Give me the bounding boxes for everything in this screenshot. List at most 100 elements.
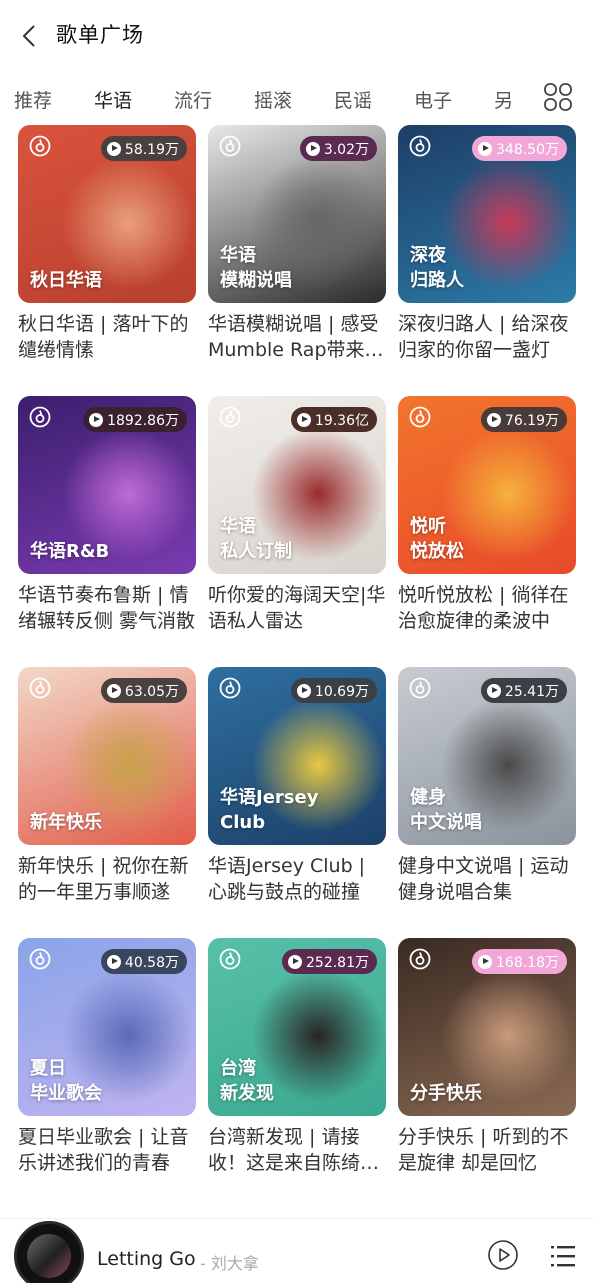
netease-logo-icon [219, 948, 241, 970]
playlist-title[interactable]: 健身中文说唱 | 运动健身说唱合集 [398, 853, 576, 905]
cover-label: 华语 私人订制 [220, 516, 292, 562]
play-count: 25.41万 [504, 683, 559, 700]
playlist-cover[interactable]: 3.02万华语 模糊说唱 [208, 125, 386, 303]
playlist-title[interactable]: 听你爱的海阔天空|华语私人雷达 [208, 582, 386, 634]
tab-more[interactable]: 另 [494, 86, 513, 113]
playlist-title[interactable]: 新年快乐 | 祝你在新的一年里万事顺遂 [18, 853, 196, 905]
mini-player: Letting Go - 刘大拿 [0, 1218, 593, 1283]
play-icon [488, 1240, 518, 1270]
play-count: 1892.86万 [107, 412, 179, 429]
page-title: 歌单广场 [56, 23, 144, 47]
playlist-title[interactable]: 夏日毕业歌会 | 让音乐讲述我们的青春 [18, 1124, 196, 1176]
play-count-badge: 25.41万 [480, 678, 567, 703]
album-cover [27, 1234, 71, 1278]
playlist-card[interactable]: 3.02万华语 模糊说唱华语模糊说唱 | 感受Mumble Rap带来的松弛氛围 [208, 125, 388, 363]
cover-label: 悦听 悦放松 [410, 516, 464, 562]
playlist-card[interactable]: 63.05万新年快乐新年快乐 | 祝你在新的一年里万事顺遂 [18, 667, 198, 905]
play-count-icon [305, 141, 320, 156]
playlist-button[interactable] [548, 1241, 578, 1271]
play-count-badge: 76.19万 [480, 407, 567, 432]
play-count-icon [89, 412, 104, 427]
netease-logo-icon [409, 677, 431, 699]
play-count-icon [478, 141, 492, 156]
cover-label: 台湾 新发现 [220, 1058, 274, 1104]
netease-logo-icon [29, 677, 51, 699]
play-count: 3.02万 [323, 141, 369, 158]
play-count: 168.18万 [496, 954, 559, 971]
playlist-card[interactable]: 348.50万 深夜 归路人深夜归路人 | 给深夜归家的你留一盏灯 [398, 125, 578, 363]
tab-electronic[interactable]: 电子 [414, 86, 452, 113]
tab-recommend[interactable]: 推荐 [14, 86, 52, 113]
play-count-badge: 1892.86万 [83, 407, 187, 432]
playlist-cover[interactable]: 252.81万台湾 新发现 [208, 938, 386, 1116]
play-count-badge: 168.18万 [472, 949, 567, 974]
cover-label: 分手快乐 [410, 1083, 482, 1104]
play-count-icon [288, 954, 302, 969]
album-disc[interactable] [14, 1221, 84, 1283]
cover-label: 秋日华语 [30, 270, 102, 291]
playlist-title[interactable]: 悦听悦放松 | 徜徉在治愈旋律的柔波中 [398, 582, 576, 634]
playlist-card[interactable]: 25.41万健身 中文说唱健身中文说唱 | 运动健身说唱合集 [398, 667, 578, 905]
tab-rock[interactable]: 摇滚 [254, 86, 292, 113]
play-count-badge: 58.19万 [100, 136, 187, 161]
play-count-icon [486, 412, 501, 427]
cover-label: 健身 中文说唱 [410, 787, 482, 833]
tab-folk[interactable]: 民谣 [334, 86, 372, 113]
playlist-title[interactable]: 深夜归路人 | 给深夜归家的你留一盏灯 [398, 311, 576, 363]
playlist-card[interactable]: 76.19万悦听 悦放松悦听悦放松 | 徜徉在治愈旋律的柔波中 [398, 396, 578, 634]
netease-logo-icon [409, 135, 431, 157]
play-count: 252.81万 [306, 954, 369, 971]
playlist-card[interactable]: 10.69万华语Jersey Club 华语Jersey Club | 心跳与鼓点… [208, 667, 388, 905]
tab-chinese[interactable]: 华语 [94, 86, 133, 116]
song-title[interactable]: Letting Go [97, 1248, 196, 1270]
playlist-title[interactable]: 分手快乐 | 听到的不是旋律 却是回忆 [398, 1124, 576, 1176]
back-button[interactable] [14, 20, 44, 52]
playlist-title[interactable]: 华语Jersey Club | 心跳与鼓点的碰撞 [208, 853, 386, 905]
cover-label: 新年快乐 [30, 812, 102, 833]
playlist-card[interactable]: 168.18万分手快乐分手快乐 | 听到的不是旋律 却是回忆 [398, 938, 578, 1176]
netease-logo-icon [29, 406, 51, 428]
cover-label: 夏日 毕业歌会 [30, 1058, 102, 1104]
play-button[interactable] [487, 1239, 519, 1271]
playlist-cover[interactable]: 63.05万新年快乐 [18, 667, 196, 845]
cover-label: 华语R&B [30, 541, 110, 562]
playlist-card[interactable]: 1892.86万华语R&B 华语节奏布鲁斯 | 情绪辗转反侧 雾气消散 [18, 396, 198, 634]
playlist-cover[interactable]: 1892.86万华语R&B [18, 396, 196, 574]
play-count: 348.50万 [496, 141, 559, 158]
playlist-card[interactable]: 252.81万台湾 新发现台湾新发现 | 请接收！这是来自陈绮贞的问候 [208, 938, 388, 1176]
play-count: 76.19万 [504, 412, 559, 429]
playlist-title[interactable]: 秋日华语 | 落叶下的缱绻情愫 [18, 311, 196, 363]
netease-logo-icon [409, 406, 431, 428]
playlist-cover[interactable]: 348.50万 深夜 归路人 [398, 125, 576, 303]
playlist-card[interactable]: 58.19万秋日华语秋日华语 | 落叶下的缱绻情愫 [18, 125, 198, 363]
playlist-title[interactable]: 华语模糊说唱 | 感受Mumble Rap带来的松弛氛围 [208, 311, 386, 363]
play-count-icon [106, 683, 121, 698]
category-grid-button[interactable] [540, 79, 576, 115]
playlist-title[interactable]: 台湾新发现 | 请接收！这是来自陈绮贞的问候 [208, 1124, 386, 1176]
play-count-icon [478, 954, 492, 969]
netease-logo-icon [219, 406, 241, 428]
playlist-card[interactable]: 40.58万 夏日 毕业歌会夏日毕业歌会 | 让音乐讲述我们的青春 [18, 938, 198, 1176]
netease-logo-icon [409, 948, 431, 970]
play-count: 63.05万 [124, 683, 179, 700]
playlist-cover[interactable]: 10.69万华语Jersey Club [208, 667, 386, 845]
cover-label: 华语Jersey Club [220, 787, 319, 833]
playlist-cover[interactable]: 58.19万秋日华语 [18, 125, 196, 303]
cover-label: 华语 模糊说唱 [220, 245, 292, 291]
playlist-cover[interactable]: 19.36亿 华语 私人订制 [208, 396, 386, 574]
playlist-icon [551, 1246, 575, 1267]
playlist-cover[interactable]: 40.58万 夏日 毕业歌会 [18, 938, 196, 1116]
play-count: 10.69万 [314, 683, 369, 700]
playlist-card[interactable]: 19.36亿 华语 私人订制听你爱的海阔天空|华语私人雷达 [208, 396, 388, 634]
category-grid-icon [544, 83, 572, 111]
playlist-cover[interactable]: 168.18万分手快乐 [398, 938, 576, 1116]
play-count-badge: 252.81万 [282, 949, 377, 974]
play-count-badge: 63.05万 [100, 678, 187, 703]
playlist-title[interactable]: 华语节奏布鲁斯 | 情绪辗转反侧 雾气消散 [18, 582, 196, 634]
netease-logo-icon [29, 135, 51, 157]
play-count-icon [106, 141, 121, 156]
playlist-cover[interactable]: 25.41万健身 中文说唱 [398, 667, 576, 845]
netease-logo-icon [219, 677, 241, 699]
playlist-cover[interactable]: 76.19万悦听 悦放松 [398, 396, 576, 574]
tab-pop[interactable]: 流行 [174, 86, 212, 113]
